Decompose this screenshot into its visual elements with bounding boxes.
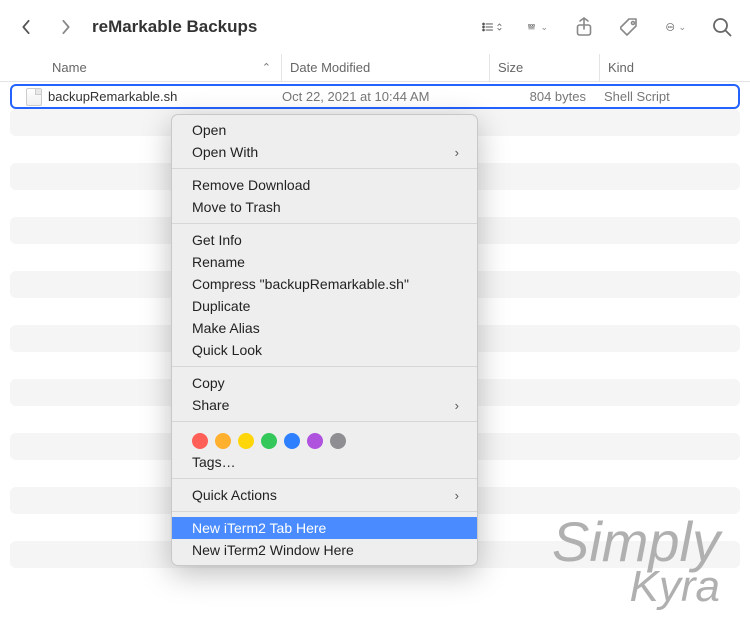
menu-separator — [172, 511, 477, 512]
column-date[interactable]: Date Modified — [282, 54, 490, 81]
chevron-down-icon: ⌄ — [678, 23, 686, 32]
column-name[interactable]: Name⌃ — [0, 54, 282, 81]
folder-title: reMarkable Backups — [92, 17, 257, 37]
group-button[interactable]: ⌄ — [528, 18, 548, 36]
menu-open-with[interactable]: Open With› — [172, 141, 477, 163]
menu-separator — [172, 168, 477, 169]
tag-color-dot[interactable] — [261, 433, 277, 449]
file-date: Oct 22, 2021 at 10:44 AM — [282, 89, 490, 104]
chevron-right-icon: › — [455, 488, 459, 503]
context-menu: Open Open With› Remove Download Move to … — [171, 114, 478, 566]
menu-copy[interactable]: Copy — [172, 372, 477, 394]
menu-quick-actions[interactable]: Quick Actions› — [172, 484, 477, 506]
tag-color-dot[interactable] — [330, 433, 346, 449]
chevron-down-icon: ⌄ — [540, 23, 548, 32]
more-button[interactable]: ⌄ — [666, 18, 686, 36]
tag-color-row — [172, 427, 477, 451]
menu-open[interactable]: Open — [172, 119, 477, 141]
menu-separator — [172, 478, 477, 479]
column-headers: Name⌃ Date Modified Size Kind — [0, 54, 750, 82]
menu-quick-look[interactable]: Quick Look — [172, 339, 477, 361]
menu-separator — [172, 223, 477, 224]
menu-make-alias[interactable]: Make Alias — [172, 317, 477, 339]
toolbar: reMarkable Backups ⌄ ⌄ — [0, 0, 750, 54]
menu-separator — [172, 366, 477, 367]
menu-iterm-tab[interactable]: New iTerm2 Tab Here — [172, 517, 477, 539]
forward-button[interactable] — [58, 19, 74, 35]
nav-arrows — [18, 19, 74, 35]
chevron-right-icon: › — [455, 145, 459, 160]
menu-get-info[interactable]: Get Info — [172, 229, 477, 251]
menu-remove-download[interactable]: Remove Download — [172, 174, 477, 196]
tags-button[interactable] — [620, 18, 640, 36]
view-list-button[interactable] — [482, 18, 502, 36]
tag-color-dot[interactable] — [238, 433, 254, 449]
sort-asc-icon: ⌃ — [262, 61, 271, 74]
search-button[interactable] — [712, 18, 732, 36]
file-size: 804 bytes — [490, 89, 600, 104]
script-file-icon — [26, 88, 42, 106]
menu-rename[interactable]: Rename — [172, 251, 477, 273]
tag-color-dot[interactable] — [307, 433, 323, 449]
tag-color-dot[interactable] — [215, 433, 231, 449]
menu-duplicate[interactable]: Duplicate — [172, 295, 477, 317]
file-row[interactable]: backupRemarkable.sh Oct 22, 2021 at 10:4… — [10, 84, 740, 109]
menu-share[interactable]: Share› — [172, 394, 477, 416]
toolbar-actions: ⌄ ⌄ — [482, 18, 732, 36]
column-kind[interactable]: Kind — [600, 54, 750, 81]
menu-move-trash[interactable]: Move to Trash — [172, 196, 477, 218]
file-name: backupRemarkable.sh — [48, 89, 177, 104]
column-size[interactable]: Size — [490, 54, 600, 81]
menu-separator — [172, 421, 477, 422]
menu-compress[interactable]: Compress "backupRemarkable.sh" — [172, 273, 477, 295]
empty-row — [10, 568, 740, 595]
file-kind: Shell Script — [600, 89, 738, 104]
share-button[interactable] — [574, 18, 594, 36]
tag-color-dot[interactable] — [284, 433, 300, 449]
back-button[interactable] — [18, 19, 34, 35]
menu-tags[interactable]: Tags… — [172, 451, 477, 473]
file-name-cell: backupRemarkable.sh — [12, 88, 282, 106]
chevron-right-icon: › — [455, 398, 459, 413]
updown-icon — [497, 20, 502, 34]
tag-color-dot[interactable] — [192, 433, 208, 449]
menu-iterm-window[interactable]: New iTerm2 Window Here — [172, 539, 477, 561]
